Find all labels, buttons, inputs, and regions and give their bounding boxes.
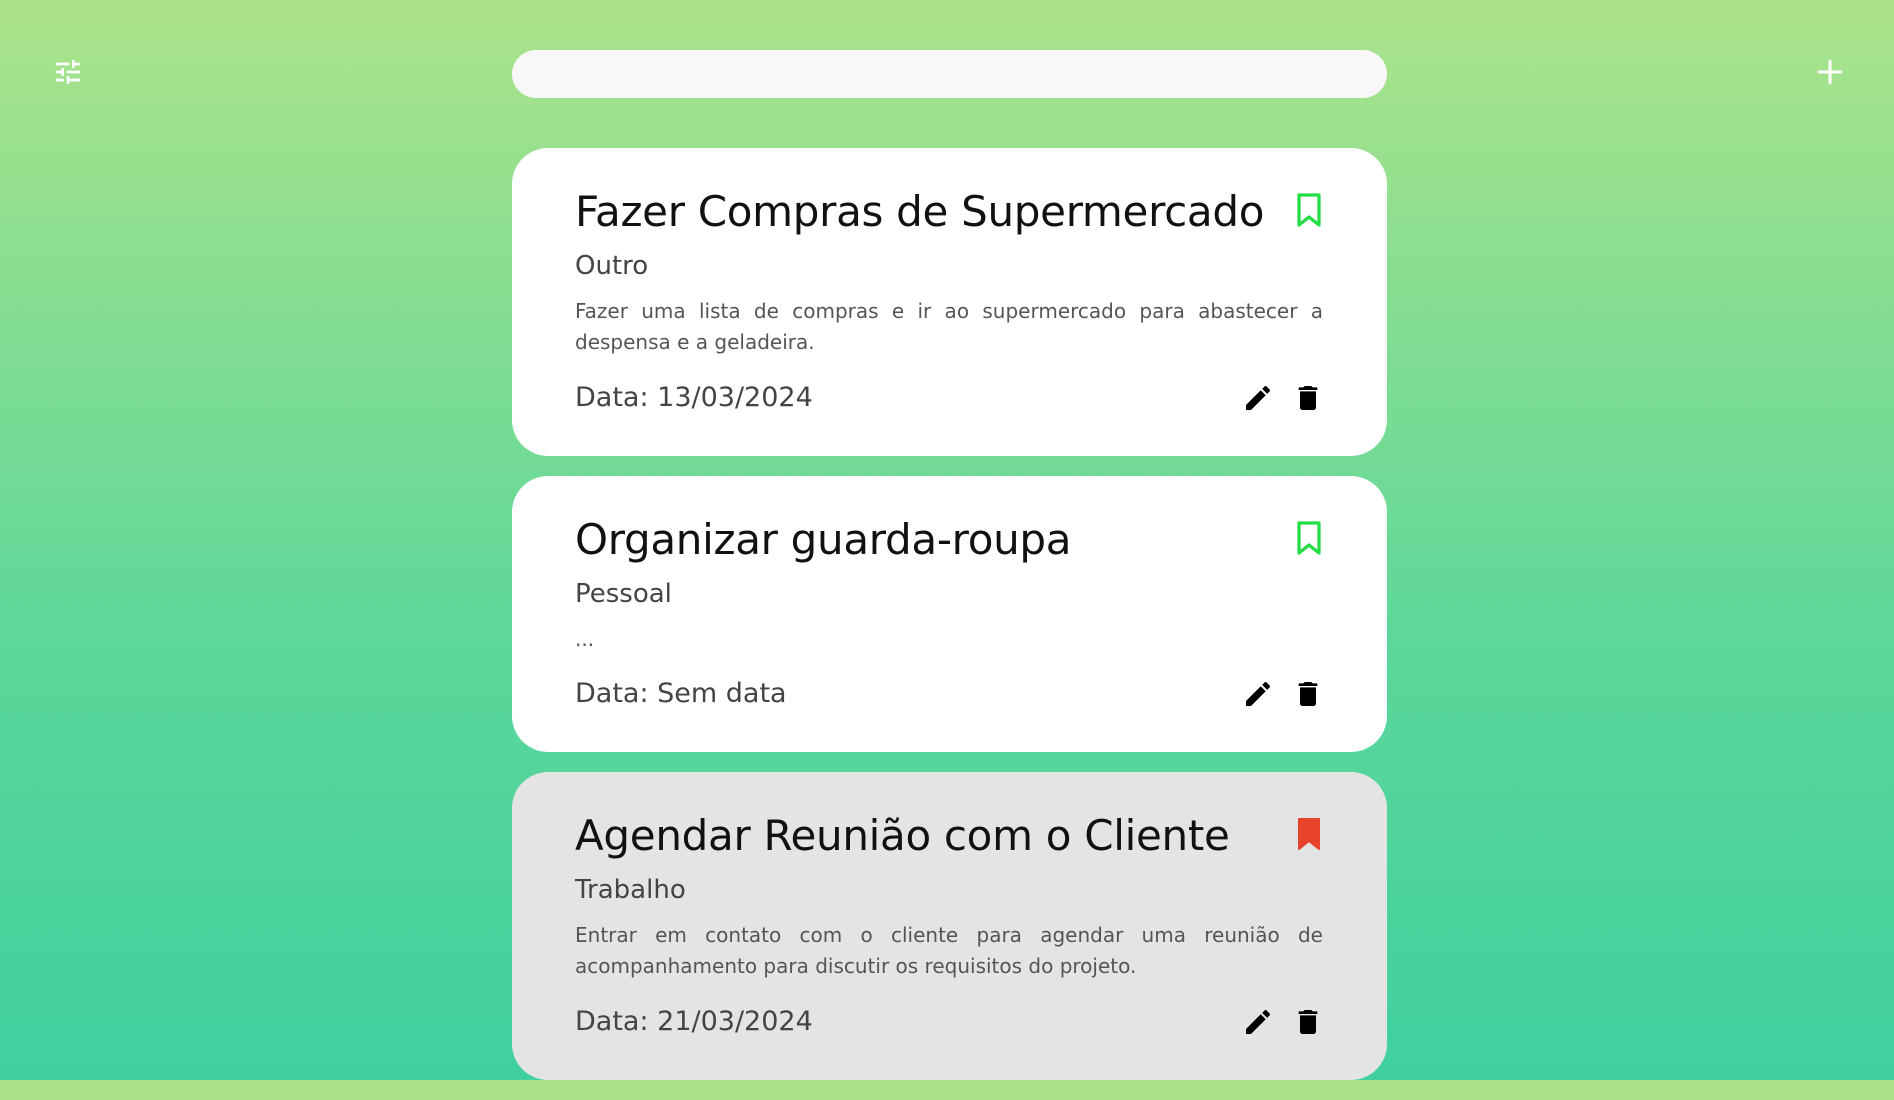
task-actions — [1242, 1006, 1324, 1038]
task-category: Pessoal — [575, 579, 672, 609]
task-description: Fazer uma lista de compras e ir ao super… — [575, 299, 1323, 354]
task-actions — [1242, 382, 1324, 414]
bookmark-outline-icon — [1297, 193, 1321, 227]
bookmark-button[interactable] — [1294, 816, 1324, 852]
task-date: Data: 13/03/2024 — [575, 382, 813, 413]
filter-button[interactable] — [52, 56, 84, 88]
bookmark-outline-icon — [1297, 521, 1321, 555]
task-card: Fazer Compras de Supermercado Outro Faze… — [512, 148, 1387, 456]
plus-icon — [1817, 59, 1843, 85]
task-category: Trabalho — [575, 875, 686, 905]
task-title: Organizar guarda-roupa — [575, 515, 1072, 564]
edit-button[interactable] — [1242, 678, 1274, 710]
bookmark-button[interactable] — [1294, 520, 1324, 556]
search-input[interactable] — [512, 50, 1387, 98]
delete-button[interactable] — [1292, 382, 1324, 414]
trash-icon — [1298, 386, 1318, 410]
bookmark-filled-icon — [1298, 818, 1320, 850]
pencil-icon — [1246, 1009, 1271, 1034]
delete-button[interactable] — [1292, 1006, 1324, 1038]
task-category: Outro — [575, 251, 649, 281]
tune-icon — [56, 60, 80, 84]
task-card: Organizar guarda-roupa Pessoal ... Data:… — [512, 476, 1387, 752]
trash-icon — [1298, 682, 1318, 706]
task-description: Entrar em contato com o cliente para age… — [575, 923, 1323, 978]
add-task-button[interactable] — [1812, 54, 1848, 90]
edit-button[interactable] — [1242, 1006, 1274, 1038]
bookmark-button[interactable] — [1294, 192, 1324, 228]
task-card-selected: Agendar Reunião com o Cliente Trabalho E… — [512, 772, 1387, 1080]
edit-button[interactable] — [1242, 382, 1274, 414]
task-title: Fazer Compras de Supermercado — [575, 187, 1265, 236]
pencil-icon — [1246, 681, 1271, 706]
task-title: Agendar Reunião com o Cliente — [575, 811, 1230, 860]
trash-icon — [1298, 1010, 1318, 1034]
pencil-icon — [1246, 385, 1271, 410]
task-list: Fazer Compras de Supermercado Outro Faze… — [512, 148, 1387, 1100]
task-date: Data: Sem data — [575, 678, 787, 709]
delete-button[interactable] — [1292, 678, 1324, 710]
task-description: ... — [575, 627, 595, 651]
task-actions — [1242, 678, 1324, 710]
task-date: Data: 21/03/2024 — [575, 1006, 813, 1037]
